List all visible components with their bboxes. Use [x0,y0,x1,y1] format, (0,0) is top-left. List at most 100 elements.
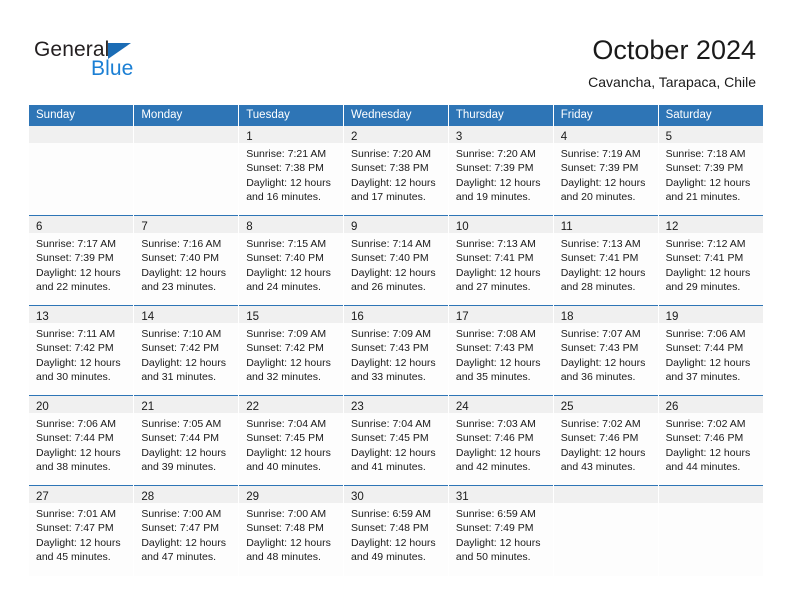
sunset-text: Sunset: 7:41 PM [665,252,744,265]
day-number: 14 [141,311,155,323]
daylight-text-line2: and 29 minutes. [665,280,741,293]
sunset-text: Sunset: 7:44 PM [36,432,114,445]
day-cell[interactable]: 6 Sunrise: 7:17 AM Sunset: 7:39 PM Daylight… [29,215,135,306]
sunset-text: Sunset: 7:47 PM [141,522,219,535]
day-number-strip: 24 [448,396,553,413]
day-cell[interactable]: 9 Sunrise: 7:14 AM Sunset: 7:40 PM Daylight… [343,215,449,306]
sunrise-text: Sunrise: 7:10 AM [141,328,222,340]
day-cell[interactable]: 20 Sunrise: 7:06 AM Sunset: 7:44 PM Dayligh… [29,395,135,486]
day-number: 21 [141,401,155,413]
sunrise-text: Sunrise: 6:59 AM [455,508,536,520]
day-cell[interactable]: 19 Sunrise: 7:06 AM Sunset: 7:44 PM Dayligh… [658,305,763,396]
day-cell[interactable]: 15 Sunrise: 7:09 AM Sunset: 7:42 PM Dayligh… [238,305,345,396]
day-number-strip [29,126,134,143]
sunrise-text: Sunrise: 7:04 AM [246,418,327,430]
day-cell[interactable]: 17 Sunrise: 7:08 AM Sunset: 7:43 PM Dayligh… [448,305,554,396]
daylight-text-line1: Daylight: 12 hours [141,536,226,549]
daylight-text-line2: and 48 minutes. [246,550,321,563]
day-cell[interactable]: 11 Sunrise: 7:13 AM Sunset: 7:41 PM Dayligh… [553,215,659,306]
daylight-text-line2: and 38 minutes. [36,460,111,473]
day-cell-body: Sunrise: 7:04 AM Sunset: 7:45 PM Daylight:… [344,413,448,474]
day-number: 20 [36,401,49,413]
sunset-text: Sunset: 7:42 PM [246,342,324,355]
day-cell-body: Sunrise: 7:03 AM Sunset: 7:46 PM Daylight:… [449,413,553,474]
day-cell[interactable]: 31 Sunrise: 6:59 AM Sunset: 7:49 PM Dayligh… [448,485,554,576]
sunset-text: Sunset: 7:46 PM [665,432,744,445]
daylight-text-line2: and 41 minutes. [351,460,426,473]
sunset-text: Sunset: 7:43 PM [455,342,534,355]
day-number-strip: 26 [658,396,763,413]
day-number: 27 [36,491,49,503]
day-cell[interactable]: 27 Sunrise: 7:01 AM Sunset: 7:47 PM Dayligh… [29,485,135,576]
day-number: 1 [246,131,253,143]
daylight-text-line1: Daylight: 12 hours [141,266,226,279]
daylight-text-line2: and 31 minutes. [141,370,217,383]
day-cell[interactable]: 16 Sunrise: 7:09 AM Sunset: 7:43 PM Dayligh… [343,305,449,396]
sunset-text: Sunset: 7:41 PM [455,252,534,265]
sunset-text: Sunset: 7:38 PM [351,162,429,175]
daylight-text-line2: and 32 minutes. [246,370,321,383]
day-number-strip: 29 [239,486,344,503]
day-cell[interactable]: 12 Sunrise: 7:12 AM Sunset: 7:41 PM Dayligh… [658,215,763,306]
sunset-text: Sunset: 7:41 PM [560,252,639,265]
sunset-text: Sunset: 7:49 PM [455,522,534,535]
daylight-text-line2: and 33 minutes. [351,370,426,383]
calendar-week-row: 6 Sunrise: 7:17 AM Sunset: 7:39 PM Daylight… [29,215,763,306]
sunset-text: Sunset: 7:43 PM [351,342,429,355]
day-cell[interactable]: 14 Sunrise: 7:10 AM Sunset: 7:42 PM Dayligh… [133,305,240,396]
day-cell-body: Sunrise: 7:07 AM Sunset: 7:43 PM Daylight:… [554,323,658,384]
day-cell-body: Sunrise: 7:18 AM Sunset: 7:39 PM Daylight:… [659,143,763,204]
weekday-header-saturday: Saturday [658,105,763,126]
day-number-strip: 14 [134,306,239,323]
day-cell[interactable]: 23 Sunrise: 7:04 AM Sunset: 7:45 PM Dayligh… [343,395,449,486]
day-cell-body: Sunrise: 7:19 AM Sunset: 7:39 PM Daylight:… [554,143,658,204]
day-cell-body: Sunrise: 7:00 AM Sunset: 7:47 PM Daylight:… [134,503,238,564]
day-cell[interactable]: 18 Sunrise: 7:07 AM Sunset: 7:43 PM Dayligh… [553,305,659,396]
day-cell[interactable]: 21 Sunrise: 7:05 AM Sunset: 7:44 PM Dayligh… [133,395,240,486]
day-cell[interactable]: 1 Sunrise: 7:21 AM Sunset: 7:38 PM Daylight… [238,125,345,216]
day-cell[interactable]: 29 Sunrise: 7:00 AM Sunset: 7:48 PM Dayligh… [238,485,345,576]
day-number: 2 [351,131,358,143]
day-cell[interactable]: 4 Sunrise: 7:19 AM Sunset: 7:39 PM Daylight… [553,125,659,216]
daylight-text-line1: Daylight: 12 hours [141,356,226,369]
day-cell[interactable]: 5 Sunrise: 7:18 AM Sunset: 7:39 PM Daylight… [658,125,763,216]
day-cell-body: Sunrise: 7:20 AM Sunset: 7:38 PM Daylight:… [344,143,448,204]
day-cell[interactable]: 7 Sunrise: 7:16 AM Sunset: 7:40 PM Daylight… [133,215,240,306]
day-cell[interactable]: 8 Sunrise: 7:15 AM Sunset: 7:40 PM Daylight… [238,215,345,306]
day-number: 4 [560,131,568,143]
sunrise-text: Sunrise: 7:02 AM [560,418,641,430]
day-cell-body: Sunrise: 7:11 AM Sunset: 7:42 PM Daylight:… [29,323,133,384]
sunrise-text: Sunrise: 7:03 AM [455,418,536,430]
day-cell[interactable]: 25 Sunrise: 7:02 AM Sunset: 7:46 PM Dayligh… [553,395,659,486]
day-cell[interactable]: 22 Sunrise: 7:04 AM Sunset: 7:45 PM Dayligh… [238,395,345,486]
day-number: 5 [665,131,672,143]
day-cell[interactable]: 24 Sunrise: 7:03 AM Sunset: 7:46 PM Dayligh… [448,395,554,486]
day-number-strip: 23 [344,396,448,413]
day-cell[interactable]: 3 Sunrise: 7:20 AM Sunset: 7:39 PM Daylight… [448,125,554,216]
day-cell[interactable]: 10 Sunrise: 7:13 AM Sunset: 7:41 PM Dayligh… [448,215,554,306]
sunrise-text: Sunrise: 7:21 AM [246,148,327,160]
day-cell-body: Sunrise: 7:20 AM Sunset: 7:39 PM Daylight:… [449,143,553,204]
day-cell[interactable]: 28 Sunrise: 7:00 AM Sunset: 7:47 PM Dayligh… [133,485,240,576]
sunrise-text: Sunrise: 7:13 AM [560,238,641,250]
day-cell[interactable]: 26 Sunrise: 7:02 AM Sunset: 7:46 PM Dayligh… [658,395,763,486]
day-cell[interactable]: 30 Sunrise: 6:59 AM Sunset: 7:48 PM Dayligh… [343,485,449,576]
calendar-week-row: 20 Sunrise: 7:06 AM Sunset: 7:44 PM Dayligh… [29,395,763,486]
daylight-text-line1: Daylight: 12 hours [560,356,646,369]
day-cell-body: Sunrise: 7:17 AM Sunset: 7:39 PM Daylight:… [29,233,133,294]
day-cell-body: Sunrise: 7:10 AM Sunset: 7:42 PM Daylight:… [134,323,238,384]
day-number: 16 [351,311,364,323]
day-cell-body: Sunrise: 6:59 AM Sunset: 7:48 PM Daylight:… [344,503,448,564]
daylight-text-line1: Daylight: 12 hours [455,356,541,369]
day-cell[interactable]: 2 Sunrise: 7:20 AM Sunset: 7:38 PM Daylight… [343,125,449,216]
sunset-text: Sunset: 7:44 PM [141,432,219,445]
day-number: 30 [351,491,364,503]
day-cell-body: Sunrise: 7:13 AM Sunset: 7:41 PM Daylight:… [554,233,658,294]
day-number-strip: 16 [344,306,448,323]
day-cell[interactable]: 13 Sunrise: 7:11 AM Sunset: 7:42 PM Dayligh… [29,305,135,396]
daylight-text-line2: and 37 minutes. [665,370,741,383]
day-number: 26 [665,401,679,413]
daylight-text-line2: and 49 minutes. [351,550,426,563]
day-number: 22 [246,401,259,413]
day-cell-empty [658,485,763,576]
